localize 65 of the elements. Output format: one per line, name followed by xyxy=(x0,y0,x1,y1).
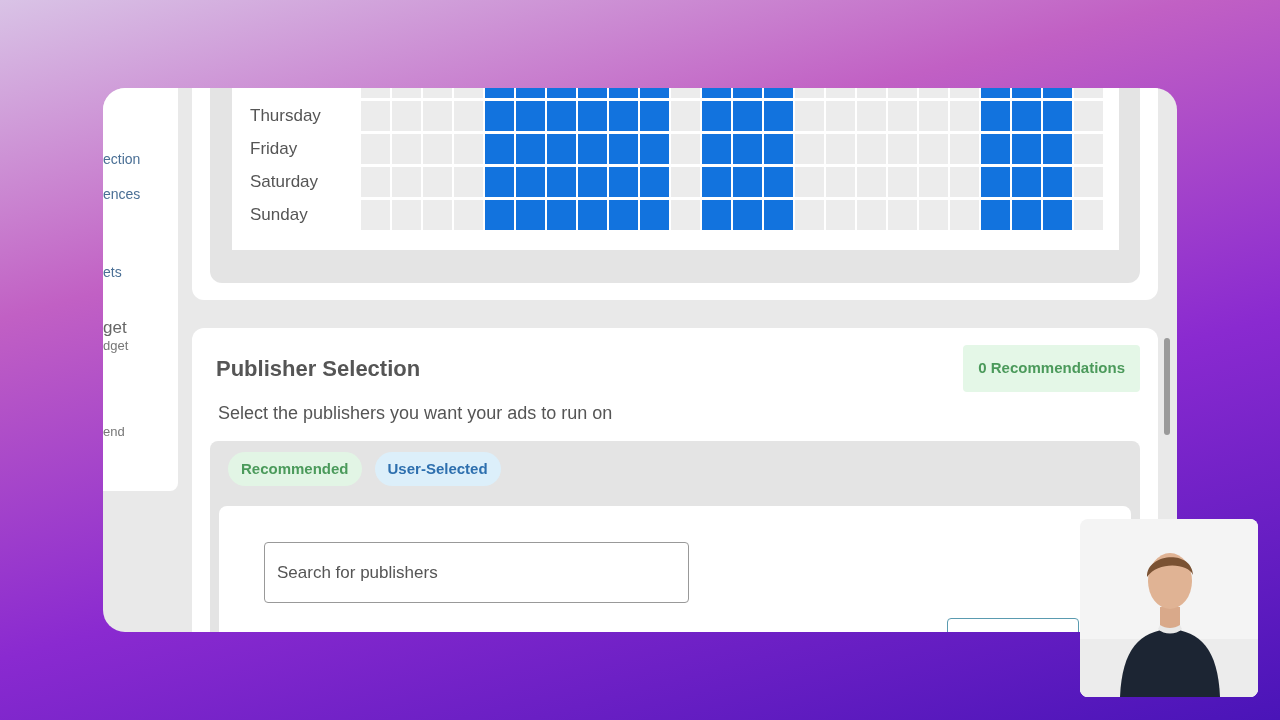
day-label: Friday xyxy=(250,139,298,159)
time-slot[interactable] xyxy=(485,101,514,131)
sidebar-item[interactable]: ences xyxy=(103,185,178,203)
time-slot[interactable] xyxy=(733,134,762,164)
time-slot[interactable] xyxy=(981,200,1010,230)
time-slot[interactable] xyxy=(640,167,669,197)
time-slot[interactable] xyxy=(485,167,514,197)
time-slot[interactable] xyxy=(578,101,607,131)
time-slot[interactable] xyxy=(640,101,669,131)
filter-tab[interactable]: User-Selected xyxy=(374,452,501,486)
section-title: Publisher Selection xyxy=(216,355,421,383)
time-slot[interactable] xyxy=(764,101,793,131)
sidebar-item[interactable]: dget xyxy=(103,337,178,355)
time-slot[interactable] xyxy=(1043,134,1072,164)
time-slot[interactable] xyxy=(764,167,793,197)
time-slot[interactable] xyxy=(1043,200,1072,230)
day-label: Thursday xyxy=(250,106,321,126)
time-slot[interactable] xyxy=(702,167,731,197)
time-slot[interactable] xyxy=(609,167,638,197)
time-slot[interactable] xyxy=(516,200,545,230)
time-slot[interactable] xyxy=(578,167,607,197)
time-slot[interactable] xyxy=(1012,101,1041,131)
time-slot[interactable] xyxy=(609,134,638,164)
sidebar-item[interactable]: end xyxy=(103,423,178,441)
time-slot[interactable] xyxy=(702,101,731,131)
time-slot[interactable] xyxy=(1043,101,1072,131)
time-slot[interactable] xyxy=(640,200,669,230)
time-slot[interactable] xyxy=(485,200,514,230)
recommendations-badge: 0 Recommendations xyxy=(963,345,1140,392)
time-slot[interactable] xyxy=(578,200,607,230)
outline-button[interactable] xyxy=(947,618,1079,632)
time-slot[interactable] xyxy=(733,167,762,197)
time-slot[interactable] xyxy=(733,200,762,230)
time-slot[interactable] xyxy=(764,200,793,230)
time-slot[interactable] xyxy=(485,134,514,164)
time-slot[interactable] xyxy=(547,200,576,230)
sidebar-item[interactable]: get xyxy=(103,319,178,337)
time-slot[interactable] xyxy=(733,101,762,131)
sidebar-item[interactable]: ection xyxy=(103,150,178,168)
time-slot[interactable] xyxy=(578,134,607,164)
time-slot[interactable] xyxy=(1012,200,1041,230)
time-slot[interactable] xyxy=(1012,134,1041,164)
sidebar-item[interactable]: ets xyxy=(103,263,178,281)
time-slot[interactable] xyxy=(981,101,1010,131)
time-slot[interactable] xyxy=(609,200,638,230)
time-slot[interactable] xyxy=(516,167,545,197)
day-label: Saturday xyxy=(250,172,319,192)
time-slot[interactable] xyxy=(547,167,576,197)
time-slot[interactable] xyxy=(764,134,793,164)
time-slot[interactable] xyxy=(981,167,1010,197)
time-slot[interactable] xyxy=(640,134,669,164)
day-label: Sunday xyxy=(250,205,308,225)
time-slot[interactable] xyxy=(547,101,576,131)
time-slot[interactable] xyxy=(702,200,731,230)
time-slot[interactable] xyxy=(516,134,545,164)
section-subtitle: Select the publishers you want your ads to run on xyxy=(218,402,614,425)
search-field[interactable]: Search for publishers xyxy=(264,542,689,603)
time-slot[interactable] xyxy=(1012,167,1041,197)
time-slot[interactable] xyxy=(516,101,545,131)
time-slot[interactable] xyxy=(609,101,638,131)
time-slot[interactable] xyxy=(547,134,576,164)
time-slot[interactable] xyxy=(1043,167,1072,197)
time-slot[interactable] xyxy=(981,134,1010,164)
time-slot[interactable] xyxy=(702,134,731,164)
filter-tab[interactable]: Recommended xyxy=(228,452,362,486)
